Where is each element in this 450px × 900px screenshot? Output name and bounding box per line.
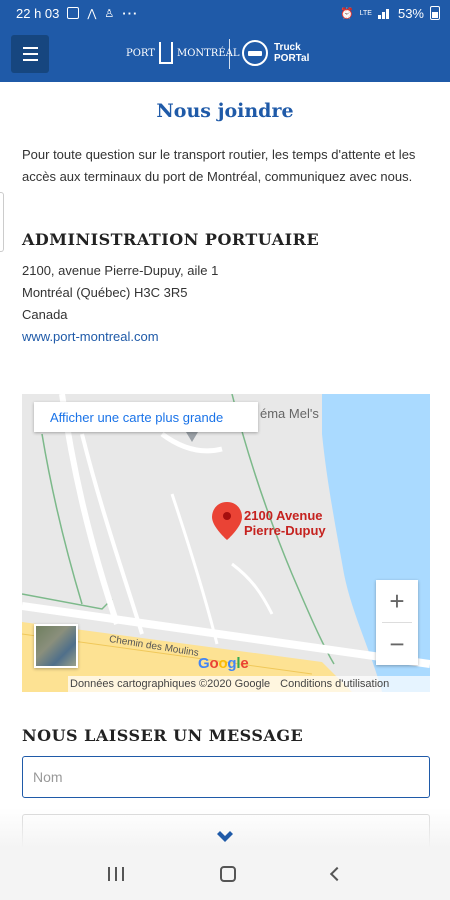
hamburger-icon-bar [22,59,38,61]
status-bar: 22 h 03 ⋀ ♙ ··· ⏰ LTE 53% [0,0,450,26]
embedded-map[interactable]: Afficher une carte plus grande éma Mel's… [22,394,430,692]
recent-apps-icon-bar [122,867,124,881]
page-title: Nous joindre [156,100,294,122]
battery-icon [430,6,440,20]
side-drawer-handle[interactable] [0,192,4,252]
website-link[interactable]: www.port-montreal.com [22,329,159,344]
truck-icon [242,40,268,66]
pin-label-line: Pierre-Dupuy [244,523,326,538]
admin-heading: ADMINISTRATION PORTUAIRE [22,230,320,249]
gallery-notification-icon [67,7,80,19]
address-line: 2100, avenue Pierre-Dupuy, aile 1 [22,263,219,278]
logo-montreal-text: MONTRÉAL [176,47,240,59]
address-block: 2100, avenue Pierre-Dupuy, aile 1 Montré… [22,260,218,348]
zoom-out-button[interactable]: − [376,623,418,665]
hamburger-icon-bar [22,47,38,49]
app-header: PORT MONTRÉAL Truck PORTal [0,26,450,82]
home-button[interactable] [220,866,236,882]
hamburger-menu-button[interactable] [11,35,49,73]
signal-icon [377,7,392,19]
google-logo: Google [198,655,249,672]
zoom-controls: + − [376,580,418,665]
map-terms-link[interactable]: Conditions d'utilisation [280,678,389,690]
alarm-icon: ⏰ [339,7,354,20]
android-notification-icon: ♙ [104,7,115,20]
larger-map-link[interactable]: Afficher une carte plus grande [34,402,258,432]
address-line: Montréal (Québec) H3C 3R5 [22,285,188,300]
network-type-label: LTE [359,9,372,17]
address-line: Canada [22,307,68,322]
battery-percent: 53% [397,5,424,21]
truck-portal-text: Truck PORTal [274,42,309,64]
map-canvas [22,394,430,692]
hamburger-icon-bar [22,53,38,55]
truck-portal-logo[interactable]: Truck PORTal [242,40,309,66]
recent-apps-icon-bar [115,867,117,881]
map-footer: Données cartographiques ©2020 Google Con… [68,676,430,692]
message-heading: NOUS LAISSER UN MESSAGE [22,726,304,745]
map-pin-icon [212,502,242,540]
back-button[interactable] [329,866,345,882]
system-nav-bar [0,848,450,900]
recent-apps-icon-bar [108,867,110,881]
intro-paragraph: Pour toute question sur le transport rou… [22,147,416,184]
zoom-in-button[interactable]: + [376,580,418,622]
map-poi-label: éma Mel's [260,406,319,421]
scroll-down-chevron-icon[interactable] [216,828,234,846]
port-logo-mark-icon [158,42,173,64]
name-input[interactable] [23,757,429,797]
pin-label-line: 2100 Avenue [244,508,323,523]
recent-apps-button[interactable] [108,867,124,881]
logo-truck-text: Truck [274,42,301,53]
more-notifications-icon: ··· [122,5,139,21]
logo-port-text: PORT [126,47,155,59]
status-time: 22 h 03 [16,5,60,21]
port-montreal-logo[interactable]: PORT MONTRÉAL [126,42,240,64]
satellite-view-toggle[interactable] [34,624,78,668]
name-field[interactable] [22,756,430,798]
notification-icon: ⋀ [87,7,97,20]
map-pin-label: 2100 Avenue Pierre-Dupuy [244,508,326,538]
logo-portal-text: PORTal [274,53,310,64]
logo-divider [229,39,230,69]
map-attribution: Données cartographiques ©2020 Google [70,678,271,690]
